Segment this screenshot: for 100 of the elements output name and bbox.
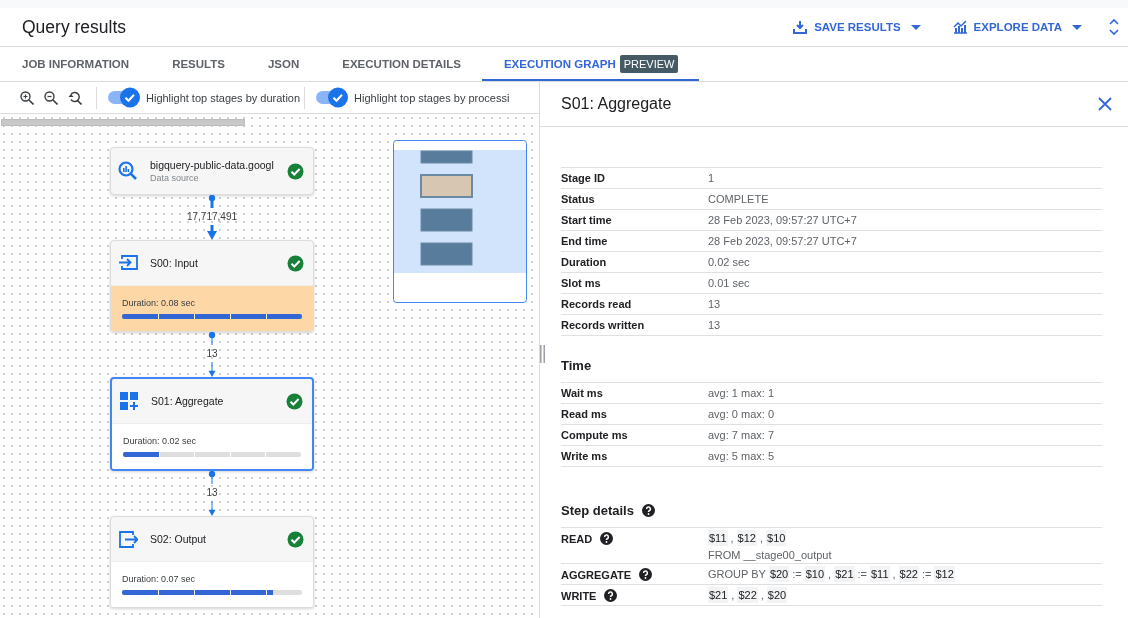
minimap-drawing[interactable] bbox=[393, 140, 527, 303]
property-value: 28 Feb 2023, 09:57:27 UTC+7 bbox=[708, 235, 858, 247]
property-label: Read ms bbox=[561, 408, 608, 420]
property-value: 0.02 sec bbox=[708, 256, 751, 268]
property-label: Status bbox=[561, 193, 596, 205]
tab[interactable]: EXECUTION DETAILS bbox=[320, 47, 482, 81]
help-icon[interactable] bbox=[641, 503, 655, 517]
step-label: WRITE bbox=[561, 589, 597, 602]
property-label: End time bbox=[561, 235, 609, 247]
variable-token: $10 bbox=[804, 566, 826, 582]
duration-text: Duration: 0.08 sec bbox=[122, 298, 197, 308]
expression-text: FROM __stage00_output bbox=[708, 549, 832, 561]
section-heading: Step details bbox=[561, 502, 634, 518]
caret-icon bbox=[1072, 24, 1082, 30]
variable-token: $11 bbox=[708, 530, 728, 546]
variable-token: $22 bbox=[737, 587, 758, 603]
zoom-in-icon[interactable] bbox=[20, 90, 34, 105]
node-subtitle: Data source bbox=[150, 173, 199, 183]
section-heading: Time bbox=[561, 356, 593, 375]
toggle-switch[interactable] bbox=[315, 87, 350, 108]
step-label: AGGREGATE bbox=[561, 568, 632, 581]
expression-text: GROUP BY bbox=[708, 568, 766, 580]
node-title: bigquery-public-data.googl bbox=[150, 159, 274, 171]
tab[interactable]: EXECUTION GRAPH PREVIEW bbox=[481, 47, 700, 81]
expression-text: := bbox=[792, 568, 802, 580]
connector-arrow bbox=[208, 332, 216, 377]
property-value: 1 bbox=[708, 172, 716, 184]
property-value: COMPLETE bbox=[708, 193, 770, 205]
page-title: Query results bbox=[22, 16, 128, 38]
toggle-label: Highlight top stages by processi bbox=[354, 91, 510, 104]
variable-token: $10 bbox=[766, 530, 787, 546]
property-value: 13 bbox=[708, 298, 722, 310]
toggle-switch[interactable] bbox=[107, 87, 141, 108]
connector-arrow bbox=[208, 471, 216, 516]
property-value: avg: 7 max: 7 bbox=[708, 429, 776, 441]
data-source-node[interactable]: bigquery-public-data.googl Data source bbox=[110, 147, 314, 195]
step-label: READ bbox=[561, 532, 593, 545]
property-value: avg: 5 max: 5 bbox=[708, 450, 776, 462]
help-icon[interactable] bbox=[639, 568, 653, 581]
expression-text: , bbox=[760, 589, 764, 601]
property-value: 0.01 sec bbox=[708, 277, 751, 289]
expression-text: := bbox=[857, 568, 867, 580]
help-icon[interactable] bbox=[604, 589, 618, 602]
node-title: S00: Input bbox=[150, 257, 198, 269]
stage-node[interactable]: S00: Input Duration: 0.08 sec bbox=[110, 240, 314, 332]
row-count: 13 bbox=[206, 348, 218, 359]
reset-zoom-icon[interactable] bbox=[68, 90, 82, 105]
search-chart-icon bbox=[118, 161, 138, 181]
output-icon bbox=[118, 529, 138, 549]
variable-token: $12 bbox=[934, 566, 955, 582]
expression-text: , bbox=[759, 532, 764, 544]
property-label: Records written bbox=[561, 319, 646, 331]
chart-icon bbox=[952, 20, 968, 34]
property-value: 28 Feb 2023, 09:57:27 UTC+7 bbox=[708, 214, 858, 226]
property-label: Records read bbox=[561, 298, 633, 310]
node-title: S01: Aggregate bbox=[151, 395, 224, 407]
expression-text: , bbox=[730, 532, 734, 544]
expression-text: := bbox=[921, 568, 932, 580]
zoom-out-icon[interactable] bbox=[44, 90, 58, 105]
property-label: Duration bbox=[561, 256, 608, 268]
stage-node[interactable]: S02: Output Duration: 0.07 sec bbox=[110, 516, 314, 608]
save-results-button[interactable]: SAVE RESULTS bbox=[787, 16, 927, 38]
toggle-label: Highlight top stages by duration bbox=[146, 91, 301, 104]
property-value: avg: 0 max: 0 bbox=[708, 408, 776, 420]
variable-token: $21 bbox=[708, 587, 729, 603]
resize-handle[interactable] bbox=[540, 345, 545, 363]
expression-text: , bbox=[828, 568, 832, 580]
property-label: Start time bbox=[561, 214, 613, 226]
tab[interactable]: JSON bbox=[245, 47, 321, 81]
expression-text: , bbox=[731, 589, 735, 601]
property-label: Compute ms bbox=[561, 429, 629, 441]
caret-icon bbox=[910, 24, 921, 30]
download-icon bbox=[793, 20, 809, 34]
close-icon[interactable] bbox=[1098, 97, 1112, 111]
variable-token: $20 bbox=[768, 566, 790, 582]
row-count: 13 bbox=[206, 487, 218, 498]
stage-node[interactable]: S01: Aggregate Duration: 0.02 sec bbox=[110, 377, 314, 471]
tab[interactable]: RESULTS bbox=[150, 47, 246, 81]
variable-token: $11 bbox=[870, 566, 890, 582]
duration-text: Duration: 0.02 sec bbox=[123, 436, 198, 446]
help-icon[interactable] bbox=[600, 532, 614, 545]
tab[interactable]: JOB INFORMATION bbox=[0, 47, 151, 81]
property-value: avg: 1 max: 1 bbox=[708, 387, 776, 399]
property-label: Wait ms bbox=[561, 387, 604, 399]
property-value: 13 bbox=[708, 319, 722, 331]
node-title: S02: Output bbox=[150, 533, 207, 545]
input-icon bbox=[118, 253, 138, 273]
panel-title: S01: Aggregate bbox=[561, 95, 673, 113]
horizontal-scrollbar[interactable] bbox=[1, 119, 245, 126]
property-label: Slot ms bbox=[561, 277, 602, 289]
property-label: Stage ID bbox=[561, 172, 606, 184]
duration-text: Duration: 0.07 sec bbox=[122, 574, 197, 584]
explore-data-button[interactable]: EXPLORE DATA bbox=[946, 16, 1088, 38]
row-count: 17,717,491 bbox=[186, 211, 238, 222]
variable-token: $22 bbox=[898, 566, 919, 582]
variable-token: $20 bbox=[766, 587, 788, 603]
expression-text: , bbox=[892, 568, 896, 580]
variable-token: $21 bbox=[834, 566, 855, 582]
expand-collapse-icon[interactable] bbox=[1108, 18, 1120, 36]
grid-plus-icon bbox=[119, 391, 139, 411]
